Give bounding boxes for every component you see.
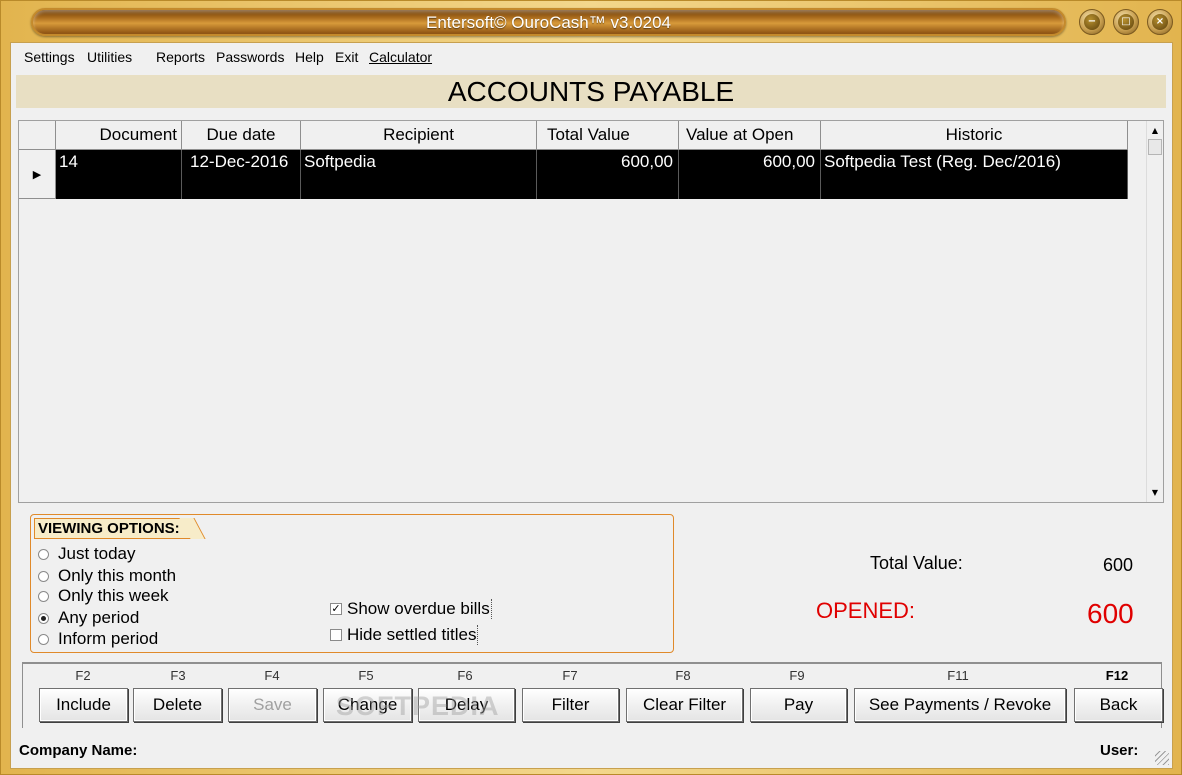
fkey-label: F11 [947, 668, 969, 683]
header-due-date[interactable]: Due date [182, 121, 301, 150]
window-title: Entersoft© OuroCash™ v3.0204 [426, 13, 671, 32]
radio-label: Only this month [58, 566, 177, 585]
radio-label: Any period [58, 608, 140, 627]
include-button[interactable]: Include [39, 688, 128, 722]
radio-icon[interactable] [38, 590, 49, 602]
header-document[interactable]: Document [56, 121, 182, 150]
menu-passwords[interactable]: Passwords [216, 49, 284, 65]
radio-only-this-week[interactable]: Only this week [38, 586, 169, 606]
row-pointer-icon[interactable]: ▶ [19, 150, 56, 199]
scroll-thumb[interactable] [1148, 139, 1162, 155]
viewing-options-group: VIEWING OPTIONS: Just today Only this mo… [30, 514, 674, 653]
radio-only-this-month[interactable]: Only this month [38, 566, 176, 586]
radio-label: Inform period [58, 629, 159, 648]
header-value-at-open[interactable]: Value at Open [679, 121, 821, 150]
menu-exit[interactable]: Exit [335, 49, 358, 65]
checkbox-label: Show overdue bills [347, 599, 492, 619]
radio-icon[interactable] [38, 570, 49, 582]
menu-bar: Settings Utilities Reports Passwords Hel… [11, 43, 1172, 71]
fkey-label: F5 [358, 668, 374, 683]
fkey-label: F9 [789, 668, 805, 683]
user-label: User: [1100, 742, 1139, 759]
total-value-label: Total Value: [870, 553, 963, 573]
fkey-label: F8 [675, 668, 691, 683]
cell-recipient[interactable]: Softpedia [301, 150, 537, 199]
save-button[interactable]: Save [228, 688, 317, 722]
back-button[interactable]: Back [1074, 688, 1163, 722]
opened-amount: 600 [1087, 598, 1134, 629]
header-total-value[interactable]: Total Value [537, 121, 679, 150]
checkbox-label: Hide settled titles [347, 625, 479, 645]
menu-calculator[interactable]: Calculator [369, 49, 432, 65]
cell-total-value[interactable]: 600,00 [537, 150, 679, 199]
checkbox-icon[interactable] [330, 629, 342, 641]
radio-label: Just today [58, 544, 136, 563]
minimize-icon: − [1084, 14, 1100, 30]
clear-filter-button[interactable]: Clear Filter [626, 688, 743, 722]
window-frame: Entersoft© OuroCash™ v3.0204 − □ × Setti… [0, 0, 1182, 775]
menu-help[interactable]: Help [295, 49, 324, 65]
cell-historic[interactable]: Softpedia Test (Reg. Dec/2016) [821, 150, 1128, 199]
accounts-grid[interactable]: Document Due date Recipient Total Value … [18, 120, 1164, 503]
restore-icon: □ [1118, 14, 1134, 30]
fkey-label: F4 [264, 668, 280, 683]
radio-icon[interactable] [38, 548, 49, 560]
cell-value-at-open[interactable]: 600,00 [679, 150, 821, 199]
fkey-label: F7 [562, 668, 578, 683]
opened-label: OPENED: [816, 598, 916, 623]
client-area: Settings Utilities Reports Passwords Hel… [10, 42, 1173, 769]
radio-selected-icon[interactable] [38, 612, 49, 624]
viewing-options-title: VIEWING OPTIONS: [34, 518, 192, 539]
scroll-down-icon[interactable]: ▼ [1147, 484, 1163, 501]
function-key-bar: F2 F3 F4 F5 F6 F7 F8 F9 F11 F12 Include … [22, 662, 1163, 728]
cell-document[interactable]: 14 [56, 150, 182, 199]
grid-header: Document Due date Recipient Total Value … [19, 121, 1128, 150]
header-row-selector [19, 121, 56, 150]
grid-vertical-scrollbar[interactable]: ▲ ▼ [1146, 121, 1163, 502]
checkbox-show-overdue[interactable]: ✓ Show overdue bills [330, 599, 492, 619]
radio-icon[interactable] [38, 633, 49, 645]
company-name-label: Company Name: [19, 742, 138, 759]
title-bar[interactable]: Entersoft© OuroCash™ v3.0204 [31, 8, 1066, 36]
radio-label: Only this week [58, 586, 169, 605]
checkbox-hide-settled[interactable]: Hide settled titles [330, 625, 479, 645]
fkey-label: F6 [457, 668, 473, 683]
menu-settings[interactable]: Settings [24, 49, 75, 65]
see-payments-revoke-button[interactable]: See Payments / Revoke [854, 688, 1066, 722]
radio-inform-period[interactable]: Inform period [38, 629, 158, 649]
header-recipient[interactable]: Recipient [301, 121, 537, 150]
delete-button[interactable]: Delete [133, 688, 222, 722]
menu-utilities[interactable]: Utilities [87, 49, 132, 65]
fkey-label: F3 [170, 668, 186, 683]
page-heading-band: ACCOUNTS PAYABLE [16, 75, 1166, 108]
watermark-text: SOFTPEDIA [336, 691, 500, 721]
header-historic[interactable]: Historic [821, 121, 1128, 150]
checkbox-checked-icon[interactable]: ✓ [330, 603, 342, 615]
close-icon: × [1152, 14, 1168, 30]
fkey-label: F2 [75, 668, 91, 683]
minimize-button[interactable]: − [1079, 9, 1105, 35]
radio-just-today[interactable]: Just today [38, 544, 136, 564]
pay-button[interactable]: Pay [750, 688, 847, 722]
cell-due-date[interactable]: 12-Dec-2016 [182, 150, 301, 199]
filter-button[interactable]: Filter [522, 688, 619, 722]
table-row[interactable]: ▶ 14 12-Dec-2016 Softpedia 600,00 600,00… [19, 150, 1128, 199]
resize-grip-icon[interactable] [1155, 751, 1169, 765]
close-button[interactable]: × [1147, 9, 1173, 35]
fkey-label: F12 [1105, 668, 1129, 683]
scroll-up-icon[interactable]: ▲ [1147, 122, 1163, 139]
restore-button[interactable]: □ [1113, 9, 1139, 35]
menu-reports[interactable]: Reports [156, 49, 205, 65]
radio-any-period[interactable]: Any period [38, 608, 139, 628]
total-value-amount: 600 [1103, 555, 1134, 575]
page-title: ACCOUNTS PAYABLE [447, 76, 735, 107]
